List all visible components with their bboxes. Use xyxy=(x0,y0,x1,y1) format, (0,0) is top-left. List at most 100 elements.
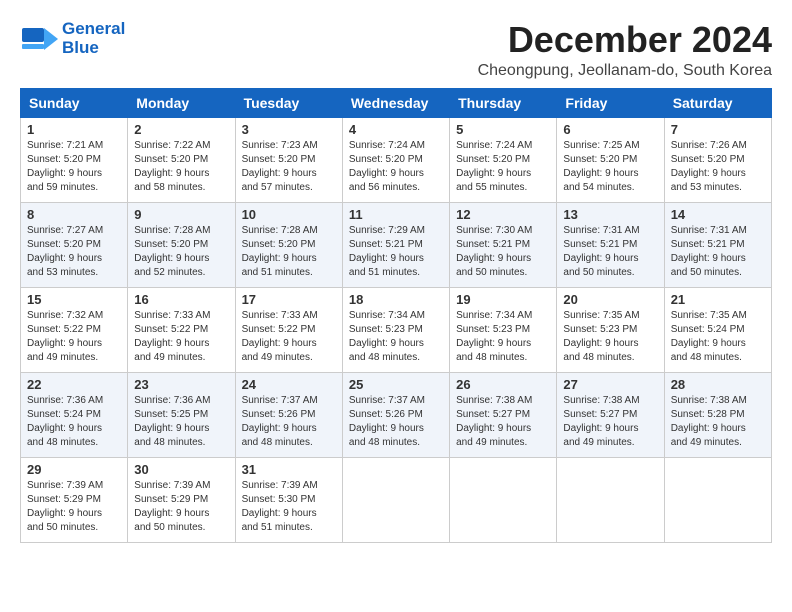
calendar-cell: 24 Sunrise: 7:37 AM Sunset: 5:26 PM Dayl… xyxy=(235,372,342,457)
day-number: 28 xyxy=(671,377,765,392)
day-info: Sunrise: 7:33 AM Sunset: 5:22 PM Dayligh… xyxy=(242,309,336,365)
calendar-cell: 6 Sunrise: 7:25 AM Sunset: 5:20 PM Dayli… xyxy=(557,117,664,202)
day-info: Sunrise: 7:31 AM Sunset: 5:21 PM Dayligh… xyxy=(563,224,657,280)
day-info: Sunrise: 7:38 AM Sunset: 5:28 PM Dayligh… xyxy=(671,394,765,450)
day-number: 13 xyxy=(563,207,657,222)
day-info: Sunrise: 7:24 AM Sunset: 5:20 PM Dayligh… xyxy=(456,139,550,195)
day-info: Sunrise: 7:31 AM Sunset: 5:21 PM Dayligh… xyxy=(671,224,765,280)
logo-icon xyxy=(20,20,58,58)
day-info: Sunrise: 7:36 AM Sunset: 5:25 PM Dayligh… xyxy=(134,394,228,450)
calendar-cell xyxy=(342,457,449,542)
calendar-cell xyxy=(664,457,771,542)
day-number: 12 xyxy=(456,207,550,222)
header-saturday: Saturday xyxy=(664,88,771,117)
calendar-table: Sunday Monday Tuesday Wednesday Thursday… xyxy=(20,88,772,543)
header: GeneralBlue December 2024 Cheongpung, Je… xyxy=(20,20,772,80)
calendar-cell: 14 Sunrise: 7:31 AM Sunset: 5:21 PM Dayl… xyxy=(664,202,771,287)
calendar-cell: 3 Sunrise: 7:23 AM Sunset: 5:20 PM Dayli… xyxy=(235,117,342,202)
day-info: Sunrise: 7:32 AM Sunset: 5:22 PM Dayligh… xyxy=(27,309,121,365)
header-monday: Monday xyxy=(128,88,235,117)
calendar-cell: 27 Sunrise: 7:38 AM Sunset: 5:27 PM Dayl… xyxy=(557,372,664,457)
calendar-cell: 8 Sunrise: 7:27 AM Sunset: 5:20 PM Dayli… xyxy=(21,202,128,287)
day-number: 17 xyxy=(242,292,336,307)
day-number: 18 xyxy=(349,292,443,307)
calendar-cell xyxy=(557,457,664,542)
header-thursday: Thursday xyxy=(450,88,557,117)
calendar-cell: 7 Sunrise: 7:26 AM Sunset: 5:20 PM Dayli… xyxy=(664,117,771,202)
header-friday: Friday xyxy=(557,88,664,117)
day-info: Sunrise: 7:22 AM Sunset: 5:20 PM Dayligh… xyxy=(134,139,228,195)
logo-area: GeneralBlue xyxy=(20,20,125,58)
day-number: 9 xyxy=(134,207,228,222)
calendar-cell: 2 Sunrise: 7:22 AM Sunset: 5:20 PM Dayli… xyxy=(128,117,235,202)
calendar-row: 22 Sunrise: 7:36 AM Sunset: 5:24 PM Dayl… xyxy=(21,372,772,457)
day-number: 24 xyxy=(242,377,336,392)
calendar-cell: 10 Sunrise: 7:28 AM Sunset: 5:20 PM Dayl… xyxy=(235,202,342,287)
day-info: Sunrise: 7:24 AM Sunset: 5:20 PM Dayligh… xyxy=(349,139,443,195)
day-info: Sunrise: 7:25 AM Sunset: 5:20 PM Dayligh… xyxy=(563,139,657,195)
day-number: 21 xyxy=(671,292,765,307)
day-info: Sunrise: 7:34 AM Sunset: 5:23 PM Dayligh… xyxy=(456,309,550,365)
day-info: Sunrise: 7:36 AM Sunset: 5:24 PM Dayligh… xyxy=(27,394,121,450)
calendar-cell: 28 Sunrise: 7:38 AM Sunset: 5:28 PM Dayl… xyxy=(664,372,771,457)
day-number: 27 xyxy=(563,377,657,392)
day-number: 15 xyxy=(27,292,121,307)
day-number: 22 xyxy=(27,377,121,392)
day-info: Sunrise: 7:23 AM Sunset: 5:20 PM Dayligh… xyxy=(242,139,336,195)
calendar-cell: 21 Sunrise: 7:35 AM Sunset: 5:24 PM Dayl… xyxy=(664,287,771,372)
day-info: Sunrise: 7:37 AM Sunset: 5:26 PM Dayligh… xyxy=(349,394,443,450)
calendar-row: 1 Sunrise: 7:21 AM Sunset: 5:20 PM Dayli… xyxy=(21,117,772,202)
days-header-row: Sunday Monday Tuesday Wednesday Thursday… xyxy=(21,88,772,117)
day-info: Sunrise: 7:28 AM Sunset: 5:20 PM Dayligh… xyxy=(242,224,336,280)
day-info: Sunrise: 7:35 AM Sunset: 5:23 PM Dayligh… xyxy=(563,309,657,365)
calendar-cell: 15 Sunrise: 7:32 AM Sunset: 5:22 PM Dayl… xyxy=(21,287,128,372)
header-wednesday: Wednesday xyxy=(342,88,449,117)
day-info: Sunrise: 7:35 AM Sunset: 5:24 PM Dayligh… xyxy=(671,309,765,365)
day-number: 5 xyxy=(456,122,550,137)
day-info: Sunrise: 7:28 AM Sunset: 5:20 PM Dayligh… xyxy=(134,224,228,280)
calendar-cell: 4 Sunrise: 7:24 AM Sunset: 5:20 PM Dayli… xyxy=(342,117,449,202)
calendar-row: 15 Sunrise: 7:32 AM Sunset: 5:22 PM Dayl… xyxy=(21,287,772,372)
calendar-cell: 31 Sunrise: 7:39 AM Sunset: 5:30 PM Dayl… xyxy=(235,457,342,542)
day-info: Sunrise: 7:33 AM Sunset: 5:22 PM Dayligh… xyxy=(134,309,228,365)
day-info: Sunrise: 7:39 AM Sunset: 5:30 PM Dayligh… xyxy=(242,479,336,535)
day-info: Sunrise: 7:34 AM Sunset: 5:23 PM Dayligh… xyxy=(349,309,443,365)
day-number: 11 xyxy=(349,207,443,222)
calendar-row: 29 Sunrise: 7:39 AM Sunset: 5:29 PM Dayl… xyxy=(21,457,772,542)
title-area: December 2024 Cheongpung, Jeollanam-do, … xyxy=(478,20,772,80)
day-info: Sunrise: 7:27 AM Sunset: 5:20 PM Dayligh… xyxy=(27,224,121,280)
day-info: Sunrise: 7:29 AM Sunset: 5:21 PM Dayligh… xyxy=(349,224,443,280)
day-info: Sunrise: 7:26 AM Sunset: 5:20 PM Dayligh… xyxy=(671,139,765,195)
day-info: Sunrise: 7:39 AM Sunset: 5:29 PM Dayligh… xyxy=(27,479,121,535)
page-container: GeneralBlue December 2024 Cheongpung, Je… xyxy=(20,20,772,543)
calendar-cell: 12 Sunrise: 7:30 AM Sunset: 5:21 PM Dayl… xyxy=(450,202,557,287)
calendar-cell: 22 Sunrise: 7:36 AM Sunset: 5:24 PM Dayl… xyxy=(21,372,128,457)
header-sunday: Sunday xyxy=(21,88,128,117)
calendar-cell: 13 Sunrise: 7:31 AM Sunset: 5:21 PM Dayl… xyxy=(557,202,664,287)
day-number: 10 xyxy=(242,207,336,222)
calendar-cell: 29 Sunrise: 7:39 AM Sunset: 5:29 PM Dayl… xyxy=(21,457,128,542)
day-number: 31 xyxy=(242,462,336,477)
day-number: 1 xyxy=(27,122,121,137)
calendar-cell: 20 Sunrise: 7:35 AM Sunset: 5:23 PM Dayl… xyxy=(557,287,664,372)
day-number: 19 xyxy=(456,292,550,307)
day-number: 23 xyxy=(134,377,228,392)
calendar-cell: 30 Sunrise: 7:39 AM Sunset: 5:29 PM Dayl… xyxy=(128,457,235,542)
day-number: 20 xyxy=(563,292,657,307)
day-info: Sunrise: 7:30 AM Sunset: 5:21 PM Dayligh… xyxy=(456,224,550,280)
day-number: 3 xyxy=(242,122,336,137)
day-info: Sunrise: 7:39 AM Sunset: 5:29 PM Dayligh… xyxy=(134,479,228,535)
logo-text: GeneralBlue xyxy=(62,20,125,57)
day-number: 29 xyxy=(27,462,121,477)
calendar-cell: 16 Sunrise: 7:33 AM Sunset: 5:22 PM Dayl… xyxy=(128,287,235,372)
calendar-cell: 18 Sunrise: 7:34 AM Sunset: 5:23 PM Dayl… xyxy=(342,287,449,372)
day-number: 30 xyxy=(134,462,228,477)
day-number: 6 xyxy=(563,122,657,137)
calendar-cell: 9 Sunrise: 7:28 AM Sunset: 5:20 PM Dayli… xyxy=(128,202,235,287)
day-number: 16 xyxy=(134,292,228,307)
month-title: December 2024 xyxy=(478,20,772,60)
day-info: Sunrise: 7:21 AM Sunset: 5:20 PM Dayligh… xyxy=(27,139,121,195)
day-number: 25 xyxy=(349,377,443,392)
day-number: 14 xyxy=(671,207,765,222)
day-info: Sunrise: 7:37 AM Sunset: 5:26 PM Dayligh… xyxy=(242,394,336,450)
